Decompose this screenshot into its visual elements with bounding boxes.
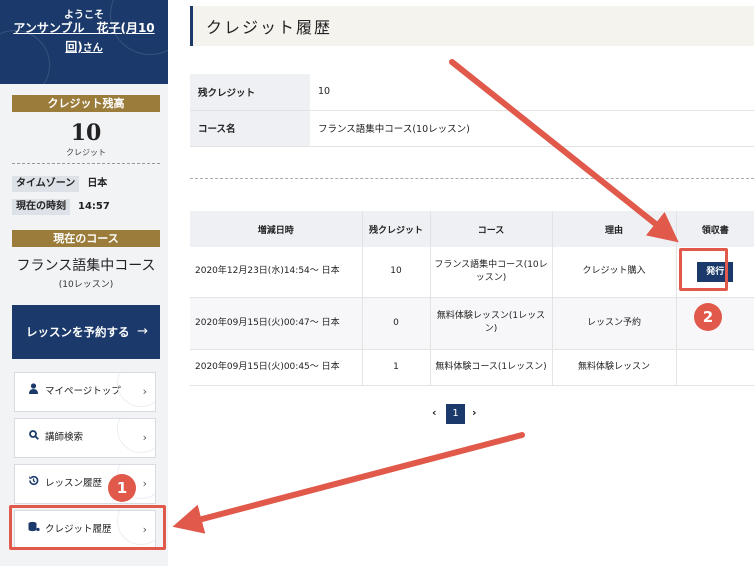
history-icon: [27, 465, 40, 503]
highlight-box-issue-button: [679, 248, 728, 291]
row-reason: クレジット購入: [552, 247, 677, 298]
page-title: クレジット履歴: [206, 18, 333, 37]
column-header-date: 増減日時: [190, 211, 363, 247]
column-header-receipt: 領収書: [676, 211, 754, 247]
column-header-credits: 残クレジット: [362, 211, 431, 247]
credit-history-table: 増減日時 残クレジット コース 理由 領収書 2020年12月23日(水)14:…: [190, 211, 754, 386]
sidebar-item-label: マイページトップ: [45, 386, 121, 397]
main-content: クレジット履歴 残クレジット 10 コース名 フランス語集中コース(10レッスン…: [168, 0, 754, 566]
arrow-right-icon: →: [137, 324, 148, 339]
current-course-lessons: (10レッスン): [58, 280, 114, 290]
table-row: 2020年12月23日(水)14:54～ 日本 10 フランス語集中コース(10…: [190, 247, 754, 298]
user-name-link[interactable]: アンサンブル 花子(月10回)さん: [6, 19, 162, 58]
info-row-course: コース名 フランス語集中コース(10レッスン): [190, 110, 754, 147]
table-row: 2020年09月15日(火)00:45～ 日本 1 無料体験コース(1レッスン)…: [190, 349, 754, 386]
sidebar: ようこそ アンサンブル 花子(月10回)さん クレジット残高 10 クレジット …: [0, 0, 190, 566]
decorative-pattern: [117, 419, 155, 453]
user-icon: [27, 373, 40, 411]
row-date: 2020年09月15日(火)00:45～ 日本: [190, 349, 363, 386]
row-receipt: [676, 349, 754, 386]
divider: [12, 163, 160, 164]
current-course-heading: 現在のコース: [12, 230, 160, 247]
timezone-row: タイムゾーン 日本: [12, 176, 107, 192]
step-badge-2: 2: [694, 303, 722, 331]
credit-balance-heading: クレジット残高: [12, 95, 160, 112]
decorative-pattern: [117, 373, 155, 407]
current-time-row: 現在の時刻 14:57: [12, 199, 110, 215]
sidebar-item-label: レッスン履歴: [45, 478, 103, 489]
course-name-value: フランス語集中コース(10レッスン): [310, 110, 754, 147]
pagination-next-button[interactable]: ›: [472, 406, 477, 419]
row-date: 2020年09月15日(火)00:47～ 日本: [190, 297, 363, 350]
credit-balance-value: 10: [70, 120, 102, 146]
credit-info-table: 残クレジット 10 コース名 フランス語集中コース(10レッスン): [190, 74, 754, 147]
info-row-remaining: 残クレジット 10: [190, 74, 754, 111]
table-header-row: 増減日時 残クレジット コース 理由 領収書: [190, 211, 754, 247]
chevron-right-icon: ›: [142, 477, 147, 490]
sidebar-item-label: 講師検索: [45, 432, 84, 443]
row-date: 2020年12月23日(水)14:54～ 日本: [190, 247, 363, 298]
remaining-credit-value: 10: [310, 74, 754, 111]
chevron-right-icon: ›: [142, 385, 147, 398]
credit-unit: クレジット: [66, 148, 106, 157]
step-badge-1: 1: [108, 474, 136, 502]
row-course: フランス語集中コース(10レッスン): [430, 247, 553, 298]
remaining-credit-label: 残クレジット: [190, 74, 310, 111]
current-time-value: 14:57: [78, 201, 110, 212]
table-row: 2020年09月15日(火)00:47～ 日本 0 無料体験レッスン(1レッスン…: [190, 297, 754, 350]
sidebar-item-teacher-search[interactable]: 講師検索 ›: [14, 418, 156, 458]
chevron-right-icon: ›: [142, 431, 147, 444]
column-header-reason: 理由: [552, 211, 677, 247]
user-name-suffix: さん: [82, 43, 103, 54]
pagination-prev-button[interactable]: ‹: [432, 406, 437, 419]
divider: [190, 178, 754, 179]
row-course: 無料体験レッスン(1レッスン): [430, 297, 553, 350]
timezone-label: タイムゾーン: [12, 176, 80, 192]
sidebar-item-mypage-top[interactable]: マイページトップ ›: [14, 372, 156, 412]
pagination-current-page[interactable]: 1: [446, 404, 465, 424]
course-name-label: コース名: [190, 110, 310, 147]
row-course: 無料体験コース(1レッスン): [430, 349, 553, 386]
page-title-bar: クレジット履歴: [190, 6, 754, 46]
column-header-course: コース: [430, 211, 553, 247]
highlight-box-credit-history: [9, 505, 166, 550]
current-time-label: 現在の時刻: [12, 199, 70, 215]
timezone-value: 日本: [87, 178, 108, 189]
row-reason: レッスン予約: [552, 297, 677, 350]
row-reason: 無料体験レッスン: [552, 349, 677, 386]
book-lesson-button[interactable]: レッスンを予約する →: [12, 305, 160, 359]
row-credits: 10: [362, 247, 431, 298]
row-credits: 1: [362, 349, 431, 386]
search-icon: [27, 419, 40, 457]
book-lesson-label: レッスンを予約する: [26, 325, 130, 339]
current-course-name: フランス語集中コース: [16, 258, 156, 274]
row-credits: 0: [362, 297, 431, 350]
welcome-panel: ようこそ アンサンブル 花子(月10回)さん: [0, 0, 190, 100]
